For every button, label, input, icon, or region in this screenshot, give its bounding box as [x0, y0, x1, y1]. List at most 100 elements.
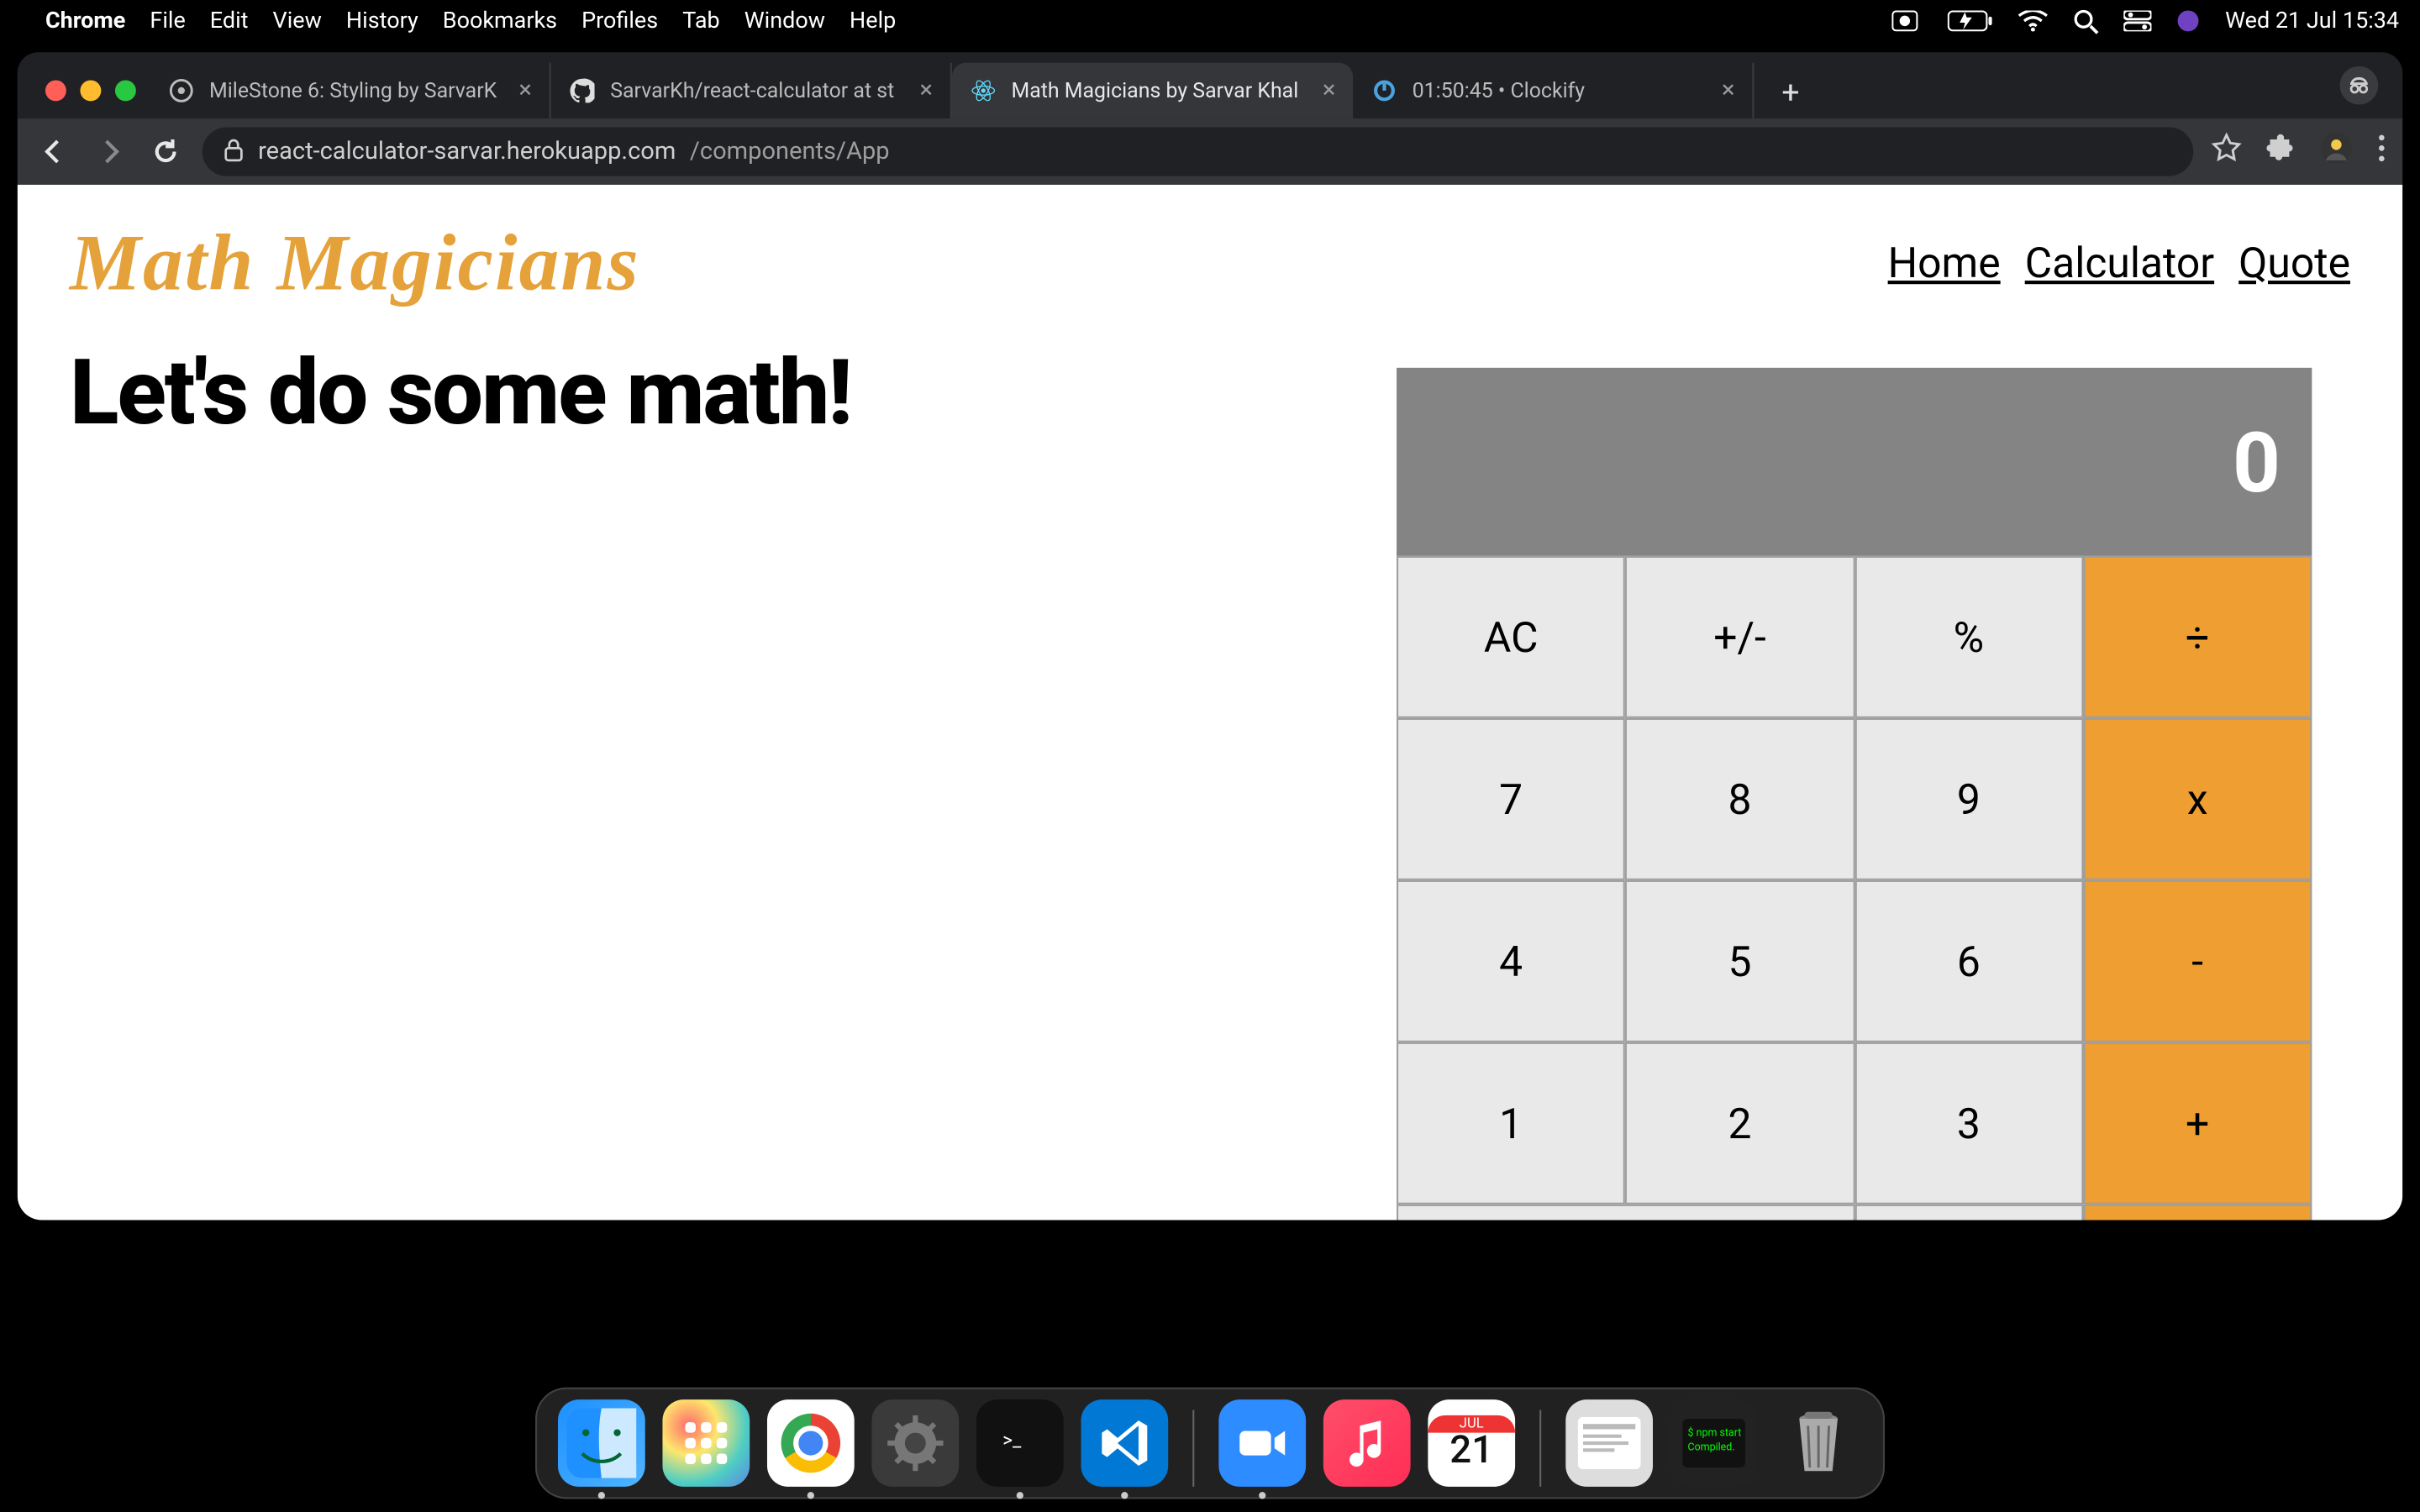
chrome-window: MileStone 6: Styling by SarvarK × Sarvar… [18, 52, 2403, 1219]
dock-separator [1539, 1410, 1541, 1486]
calc-button-6[interactable]: 6 [1854, 880, 2083, 1042]
dock-calendar-icon[interactable]: JUL 21 [1428, 1399, 1515, 1486]
calc-button-3[interactable]: 3 [1854, 1042, 2083, 1205]
github-icon [568, 76, 596, 104]
browser-tab[interactable]: MileStone 6: Styling by SarvarK × [150, 63, 550, 118]
profile-avatar-icon[interactable] [2340, 66, 2379, 105]
tab-close-icon[interactable]: × [1722, 76, 1735, 104]
calc-button-percent[interactable]: % [1854, 556, 2083, 718]
calc-button-0[interactable]: 0 [1397, 1205, 1854, 1220]
browser-tab[interactable]: 01:50:45 • Clockify × [1353, 63, 1754, 118]
browser-tab-active[interactable]: Math Magicians by Sarvar Khal × [952, 63, 1353, 118]
tab-close-icon[interactable]: × [518, 76, 532, 104]
window-minimize-button[interactable] [80, 80, 101, 101]
nav-link-quote[interactable]: Quote [2238, 238, 2350, 286]
browser-toolbar: react-calculator-sarvar.herokuapp.com/co… [18, 118, 2403, 185]
dock-recent-doc-icon[interactable] [1565, 1399, 1653, 1486]
menubar-app-name[interactable]: Chrome [45, 8, 125, 34]
calculator-display: 0 [1397, 368, 2312, 556]
extensions-icon[interactable] [2266, 134, 2294, 169]
dock: >_ JUL 21 $ npm startCompiled. [0, 1387, 2420, 1499]
dock-music-icon[interactable] [1323, 1399, 1411, 1486]
menu-profiles[interactable]: Profiles [581, 8, 658, 34]
svg-text:Compiled.: Compiled. [1688, 1440, 1735, 1452]
menu-edit[interactable]: Edit [210, 8, 249, 34]
menu-bookmarks[interactable]: Bookmarks [443, 8, 557, 34]
svg-text:$ npm start: $ npm start [1688, 1426, 1742, 1439]
react-icon [970, 76, 997, 104]
dock-chrome-icon[interactable] [767, 1399, 855, 1486]
calc-button-plus[interactable]: + [2083, 1042, 2312, 1205]
calc-button-dot[interactable]: . [1854, 1205, 2083, 1220]
site-header: Math Magicians Home Calculator Quote [18, 185, 2403, 308]
window-zoom-button[interactable] [115, 80, 136, 101]
dock-vscode-icon[interactable] [1081, 1399, 1168, 1486]
tab-title: SarvarKh/react-calculator at st [610, 78, 906, 102]
calc-button-5[interactable]: 5 [1625, 880, 1854, 1042]
menubar-clock[interactable]: Wed 21 Jul 15:34 [2225, 8, 2399, 34]
calculator: 0 AC +/- % ÷ 7 8 9 x 4 5 6 - 1 2 3 + 0 . [1397, 368, 2312, 1220]
dock-launchpad-icon[interactable] [662, 1399, 750, 1486]
new-tab-button[interactable]: + [1765, 66, 1817, 118]
tab-close-icon[interactable]: × [920, 76, 934, 104]
dock-zoom-icon[interactable] [1218, 1399, 1306, 1486]
menu-tab[interactable]: Tab [682, 8, 719, 34]
menu-view[interactable]: View [273, 8, 322, 34]
profile-badge-icon[interactable] [2319, 131, 2354, 173]
dock-settings-icon[interactable] [871, 1399, 959, 1486]
window-controls [34, 80, 150, 118]
clockify-icon [1370, 76, 1398, 104]
menu-help[interactable]: Help [850, 8, 896, 34]
bookmark-star-icon[interactable] [2211, 133, 2242, 171]
brand-logo-text[interactable]: Math Magicians [70, 216, 640, 308]
dock-recent-terminal-icon[interactable]: $ npm startCompiled. [1670, 1399, 1758, 1486]
calc-button-multiply[interactable]: x [2083, 718, 2312, 880]
calc-button-1[interactable]: 1 [1397, 1042, 1625, 1205]
nav-link-home[interactable]: Home [1888, 238, 2001, 286]
dock-finder-icon[interactable] [558, 1399, 645, 1486]
favicon-icon [167, 76, 195, 104]
wifi-icon[interactable] [2018, 10, 2049, 31]
spotlight-icon[interactable] [2074, 8, 2100, 34]
reload-button[interactable] [146, 133, 185, 171]
calc-button-7[interactable]: 7 [1397, 718, 1625, 880]
calc-button-8[interactable]: 8 [1625, 718, 1854, 880]
address-bar[interactable]: react-calculator-sarvar.herokuapp.com/co… [203, 127, 2194, 176]
dock-trash-icon[interactable] [1775, 1399, 1862, 1486]
page-content: Math Magicians Home Calculator Quote Let… [18, 185, 2403, 1219]
menu-file[interactable]: File [150, 8, 185, 34]
chrome-menu-icon[interactable] [2378, 134, 2385, 169]
calc-button-divide[interactable]: ÷ [2083, 556, 2312, 718]
calc-button-equals[interactable]: = [2083, 1205, 2312, 1220]
calc-button-2[interactable]: 2 [1625, 1042, 1854, 1205]
menu-history[interactable]: History [346, 8, 418, 34]
calc-button-9[interactable]: 9 [1854, 718, 2083, 880]
site-nav: Home Calculator Quote [1888, 238, 2350, 286]
tab-title: MileStone 6: Styling by SarvarK [209, 78, 505, 102]
calc-button-minus[interactable]: - [2083, 880, 2312, 1042]
battery-icon[interactable] [1948, 10, 1993, 31]
tab-title: 01:50:45 • Clockify [1413, 78, 1708, 102]
browser-tab[interactable]: SarvarKh/react-calculator at st × [551, 63, 952, 118]
bartender-icon[interactable] [2176, 8, 2201, 33]
control-center-icon[interactable] [2124, 10, 2152, 31]
forward-button[interactable] [91, 133, 129, 171]
calc-button-ac[interactable]: AC [1397, 556, 1625, 718]
tab-close-icon[interactable]: × [1323, 76, 1336, 104]
calculator-keypad: AC +/- % ÷ 7 8 9 x 4 5 6 - 1 2 3 + 0 . = [1397, 556, 2312, 1220]
screen-record-icon[interactable] [1892, 10, 1923, 31]
window-close-button[interactable] [45, 80, 66, 101]
calc-button-4[interactable]: 4 [1397, 880, 1625, 1042]
menu-window[interactable]: Window [744, 8, 825, 34]
nav-link-calculator[interactable]: Calculator [2025, 238, 2214, 286]
dock-separator [1192, 1410, 1194, 1486]
back-button[interactable] [34, 133, 73, 171]
svg-text:>_: >_ [1002, 1428, 1022, 1451]
calc-button-sign[interactable]: +/- [1625, 556, 1854, 718]
dock-terminal-icon[interactable]: >_ [976, 1399, 1064, 1486]
tab-title: Math Magicians by Sarvar Khal [1011, 78, 1308, 102]
macos-menubar: Chrome File Edit View History Bookmarks … [0, 0, 2420, 42]
url-path: /components/App [690, 138, 890, 165]
url-host: react-calculator-sarvar.herokuapp.com [258, 138, 676, 165]
lock-icon [224, 137, 245, 166]
